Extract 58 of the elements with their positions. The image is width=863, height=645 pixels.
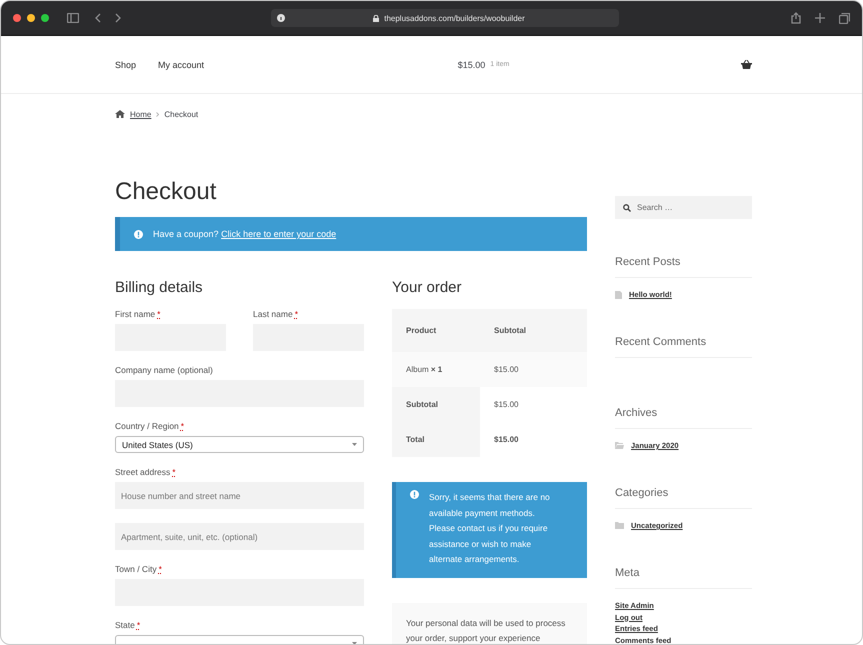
back-icon[interactable]	[95, 13, 101, 23]
page-title: Checkout	[115, 177, 218, 207]
info-icon	[410, 490, 419, 499]
table-cell: Album × 1	[392, 352, 480, 387]
input-field[interactable]: Apartment, suite, unit, etc. (optional)	[115, 523, 364, 550]
widget-title: Archives	[615, 406, 752, 429]
column-header: Subtotal	[480, 309, 587, 352]
search-icon	[623, 204, 631, 212]
search-field[interactable]: Search …	[615, 196, 752, 219]
table-cell: Total	[392, 422, 480, 457]
info-icon	[277, 14, 285, 22]
table-cell: $15.00	[480, 422, 587, 457]
select-dropdown[interactable]: United States (US)	[115, 436, 364, 453]
nav-link[interactable]: My account	[158, 60, 204, 70]
tabs-overview-icon[interactable]	[839, 12, 850, 24]
widget-title: Meta	[615, 566, 752, 589]
widget-title: Recent Posts	[615, 255, 752, 278]
field-label: First name *	[115, 309, 162, 319]
widget-title: Categories	[615, 486, 752, 509]
section-title: Billing details	[115, 279, 204, 297]
info-icon	[134, 230, 143, 238]
lock-icon	[373, 14, 380, 22]
folder-icon	[615, 522, 624, 529]
caret-icon	[352, 443, 357, 446]
field-label: Last name *	[253, 309, 300, 319]
folder-icon	[615, 442, 624, 449]
coupon-text: Have a coupon? Click here to enter your code	[153, 229, 336, 239]
basket-icon[interactable]	[741, 60, 752, 69]
table-cell: $15.00	[480, 387, 587, 422]
url-text: theplusaddons.com/builders/woobuilder	[384, 14, 525, 22]
minimize-window-button[interactable]	[27, 14, 35, 22]
home-icon	[115, 110, 125, 118]
field-label: Company name (optional)	[115, 365, 214, 375]
privacy-text: Your personal data will be used to process your order, support your experience	[406, 618, 566, 643]
nav-link[interactable]: Shop	[115, 60, 136, 70]
column-header: Product	[392, 309, 480, 352]
payment-notice-text: Sorry, it seems that there are no available payment methods. Please contact us if you require assistance or wish to make alternate arrangements.	[429, 491, 551, 566]
field-label: Town / City *	[115, 564, 163, 574]
field-label: Country / Region *	[115, 421, 186, 431]
section-title: Your order	[392, 279, 462, 297]
chevron-icon	[156, 112, 160, 116]
cart-total[interactable]: $15.00	[458, 60, 486, 70]
table-cell: $15.00	[480, 352, 587, 387]
field-label: State *	[115, 620, 142, 630]
widget-title: Recent Comments	[615, 335, 752, 358]
forward-icon[interactable]	[115, 13, 121, 23]
close-window-button[interactable]	[13, 14, 21, 22]
share-icon[interactable]	[791, 12, 801, 24]
new-tab-icon[interactable]	[815, 13, 825, 23]
table-cell: Subtotal	[392, 387, 480, 422]
input-field[interactable]: House number and street name	[115, 482, 364, 509]
sidebar-icon[interactable]	[67, 13, 79, 23]
breadcrumb-link[interactable]: Home	[130, 110, 152, 118]
document-icon	[615, 290, 622, 298]
address-bar[interactable]: theplusaddons.com/builders/woobuilder	[271, 9, 619, 27]
breadcrumb-current: Checkout	[164, 110, 198, 118]
field-label: Street address *	[115, 467, 177, 477]
maximize-window-button[interactable]	[41, 14, 49, 22]
